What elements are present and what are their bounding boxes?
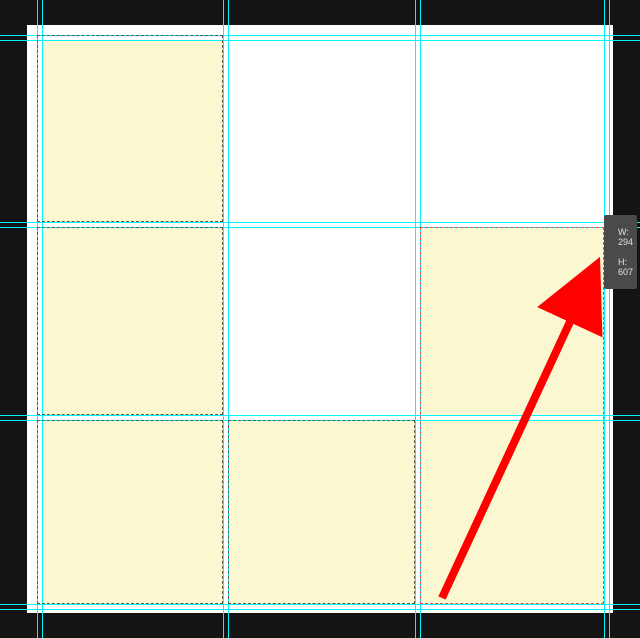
- pattern-cell: [42, 40, 223, 222]
- guide-horizontal[interactable]: [0, 222, 640, 223]
- guide-horizontal[interactable]: [0, 227, 640, 228]
- guide-horizontal[interactable]: [0, 415, 640, 416]
- pattern-cell: [228, 420, 415, 604]
- tooltip-width-value: 294: [618, 237, 633, 247]
- pattern-cell: [420, 227, 604, 415]
- pattern-cell: [42, 227, 223, 415]
- guide-vertical[interactable]: [228, 0, 229, 638]
- pattern-cell: [42, 420, 223, 604]
- guide-vertical[interactable]: [37, 0, 38, 638]
- guide-horizontal[interactable]: [0, 420, 640, 421]
- guide-vertical[interactable]: [420, 0, 421, 638]
- tooltip-height-value: 607: [618, 267, 633, 277]
- pattern-cell: [420, 420, 604, 604]
- guide-vertical[interactable]: [42, 0, 43, 638]
- tooltip-width-label: W:: [618, 227, 629, 237]
- guide-vertical[interactable]: [223, 0, 224, 638]
- guide-horizontal[interactable]: [0, 609, 640, 610]
- guide-horizontal[interactable]: [0, 35, 640, 36]
- guide-horizontal[interactable]: [0, 604, 640, 605]
- guide-vertical[interactable]: [415, 0, 416, 638]
- guide-vertical[interactable]: [609, 0, 610, 638]
- guide-horizontal[interactable]: [0, 40, 640, 41]
- guide-vertical[interactable]: [604, 0, 605, 638]
- window-frame: W: 294 H: 607: [0, 0, 640, 638]
- tooltip-height-label: H:: [618, 257, 627, 267]
